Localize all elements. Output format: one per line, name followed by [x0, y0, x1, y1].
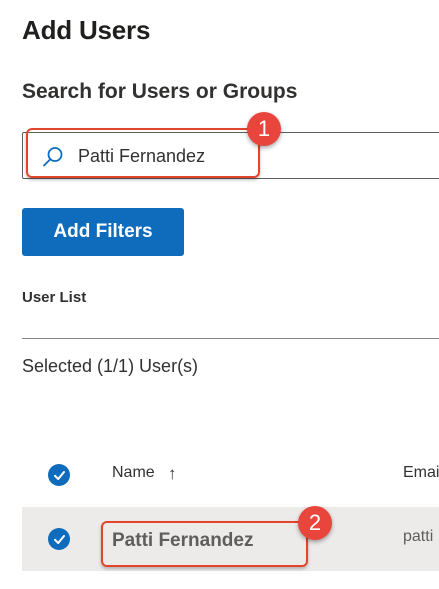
add-filters-button[interactable]: Add Filters — [22, 208, 184, 256]
table-header-row — [22, 452, 439, 498]
sort-ascending-icon[interactable]: ↑ — [168, 464, 177, 484]
column-header-email[interactable]: Emai — [403, 464, 439, 482]
user-list-label: User List — [22, 289, 87, 306]
search-section-title: Search for Users or Groups — [22, 80, 298, 103]
selected-count-text: Selected (1/1) User(s) — [22, 356, 199, 376]
checkmark-icon — [53, 470, 65, 480]
step-1-badge: 1 — [247, 112, 281, 146]
callout-highlight-user — [101, 521, 308, 567]
add-users-panel: Add Users Search for Users or Groups Pat… — [0, 0, 439, 589]
step-2-badge: 2 — [298, 506, 332, 540]
user-list-divider — [22, 338, 439, 339]
select-all-checkbox[interactable] — [48, 464, 70, 486]
user-email-cell: patti — [403, 528, 434, 545]
callout-highlight-search — [26, 128, 260, 178]
row-checkbox[interactable] — [48, 528, 70, 550]
page-title: Add Users — [22, 15, 151, 45]
checkmark-icon — [53, 534, 65, 544]
column-header-name[interactable]: Name — [112, 464, 155, 482]
